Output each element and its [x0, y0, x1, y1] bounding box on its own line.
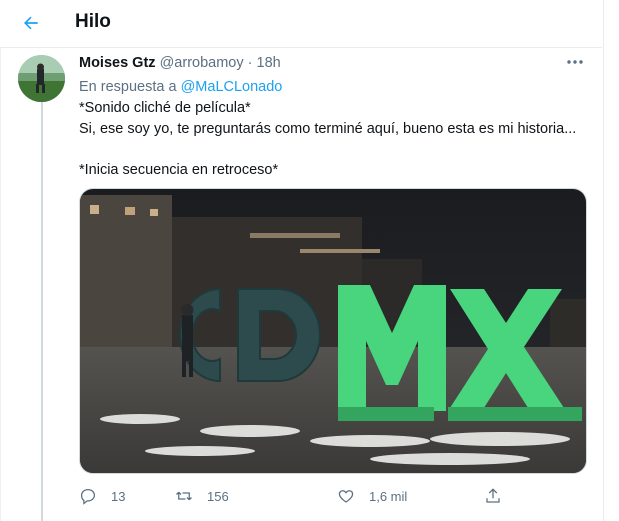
back-button[interactable]	[14, 8, 48, 38]
author-handle[interactable]: @arrobamoy	[160, 55, 244, 71]
tweet-header: Moises Gtz @arrobamoy · 18h	[79, 55, 281, 71]
tweet-text-line-3: *Inicia secuencia en retroceso*	[79, 162, 279, 178]
more-options-button[interactable]	[563, 52, 587, 70]
tweet-time[interactable]: 18h	[257, 55, 281, 71]
tweet-media-video[interactable]	[79, 188, 587, 474]
like-count: 1,6 mil	[369, 488, 408, 504]
reply-prefix: En respuesta a	[79, 79, 177, 95]
reply-context: En respuesta a @MaLCLonado	[79, 79, 282, 95]
retweet-button[interactable]: 156	[175, 486, 229, 506]
tweet-text-line-2: Si, ese soy yo, te preguntarás como term…	[79, 121, 577, 137]
video-frame	[80, 189, 586, 473]
reply-count: 13	[111, 488, 126, 504]
avatar-image	[18, 55, 65, 102]
share-button[interactable]	[484, 486, 502, 506]
reply-icon	[80, 488, 96, 505]
share-icon	[486, 488, 500, 503]
thread-header: Hilo	[0, 0, 602, 48]
avatar[interactable]	[18, 55, 65, 102]
retweet-icon	[176, 491, 192, 501]
meta-separator: ·	[247, 55, 253, 71]
reply-button[interactable]: 13	[79, 486, 125, 506]
arrow-left-icon	[24, 16, 38, 30]
page-title: Hilo	[75, 11, 111, 32]
thread-connector-line	[41, 99, 43, 521]
tweet-actions: 13 156 1,6 mil	[79, 486, 519, 506]
author-name[interactable]: Moises Gtz	[79, 55, 156, 71]
retweet-count: 156	[207, 488, 229, 504]
heart-icon	[338, 490, 354, 503]
like-button[interactable]: 1,6 mil	[337, 486, 407, 506]
tweet-text-line-1: *Sonido cliché de película*	[79, 100, 251, 116]
reply-mention-link[interactable]: @MaLCLonado	[181, 79, 283, 95]
more-dots-icon	[567, 60, 583, 64]
